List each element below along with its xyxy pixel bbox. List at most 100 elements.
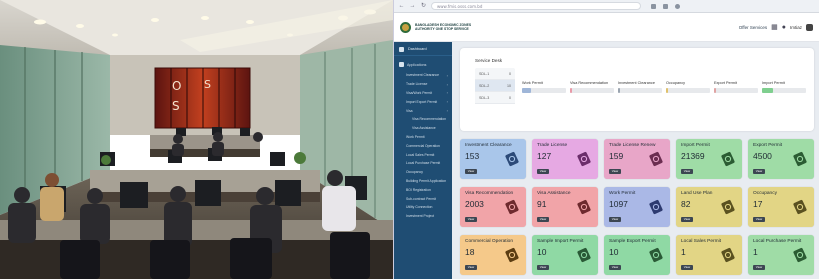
tile-view-button[interactable]: View — [681, 169, 693, 174]
application-tile[interactable]: Export Permit 4500 View — [748, 139, 814, 179]
level-count: 10 — [507, 83, 511, 88]
sidebar-item-label: Building Permit Application — [406, 178, 447, 183]
sidebar-item-label: Local Purchase Permit — [406, 161, 441, 166]
metric-label: Import Permit — [762, 81, 785, 85]
tile-view-button[interactable]: View — [753, 169, 765, 174]
sidebar-section-applications[interactable]: Applications — [394, 62, 452, 67]
grid-icon[interactable]: ▦ — [771, 23, 778, 31]
application-tile[interactable]: Land Use Plan 82 View — [676, 187, 742, 227]
bell-icon[interactable]: ● — [782, 24, 786, 31]
sidebar-item[interactable]: Visa Assistance — [394, 124, 452, 133]
application-tile[interactable]: Occupancy 17 View — [748, 187, 814, 227]
sidebar-item[interactable]: Visa Recommendation — [394, 115, 452, 124]
office-photo-illustration: O S S — [0, 0, 393, 279]
offer-services-link[interactable]: Offer Services — [739, 25, 767, 30]
tile-view-button[interactable]: View — [753, 217, 765, 222]
application-tile[interactable]: Local Sales Permit 1 View — [676, 235, 742, 275]
sidebar-item[interactable]: Local Sales Permit — [394, 150, 452, 159]
application-tile[interactable]: Sample Import Permit 10 View — [532, 235, 598, 275]
tile-view-button[interactable]: View — [753, 265, 765, 270]
sidebar-item-label: Commercial Operation — [406, 143, 440, 148]
tile-view-button[interactable]: View — [609, 169, 621, 174]
sidebar-item[interactable]: Investment Clearance › — [394, 71, 452, 80]
tile-view-button[interactable]: View — [465, 265, 477, 270]
tile-view-button[interactable]: View — [537, 169, 549, 174]
tile-view-button[interactable]: View — [465, 217, 477, 222]
back-icon[interactable]: ← — [398, 3, 405, 10]
sidebar-item-dashboard[interactable]: Dashboard — [394, 43, 452, 56]
application-tile[interactable]: Import Permit 21369 View — [676, 139, 742, 179]
service-desk-title: Service Desk — [475, 58, 503, 63]
metric-bar: Occupancy — [666, 81, 710, 93]
metric-track — [522, 88, 566, 93]
browser-toolbar: ← → ↻ www.fmis.osss.com.bd — [394, 0, 819, 13]
forward-icon[interactable]: → — [409, 3, 416, 10]
application-icon — [504, 247, 520, 263]
metric-track — [762, 88, 806, 93]
application-tile[interactable]: Visa Assistance 91 View — [532, 187, 598, 227]
application-tile[interactable]: Commercial Operation 18 View — [460, 235, 526, 275]
application-tile[interactable]: Trade License Renew 159 View — [604, 139, 670, 179]
sidebar-item-label: Sub-contract Permit — [406, 196, 436, 201]
tile-count: 153 — [465, 151, 480, 161]
level-count: 0 — [509, 71, 511, 76]
service-desk-level[interactable]: SDL-1 0 — [475, 68, 515, 80]
tile-view-button[interactable]: View — [537, 217, 549, 222]
application-icon — [720, 151, 736, 167]
tile-label: Work Permit — [609, 191, 636, 196]
sidebar-item-label: Visa Recommendation — [412, 117, 447, 122]
service-desk-levels: SDL-1 0 SDL-2 10 SDL-3 0 — [475, 68, 515, 104]
sidebar-item[interactable]: Investment Project — [394, 212, 452, 221]
tile-view-button[interactable]: View — [537, 265, 549, 270]
tile-view-button[interactable]: View — [609, 265, 621, 270]
application-tile[interactable]: Investment Clearance 153 View — [460, 139, 526, 179]
tile-count: 10 — [609, 247, 619, 257]
sidebar-item[interactable]: Work Permit — [394, 133, 452, 142]
tile-count: 82 — [681, 199, 691, 209]
application-tile[interactable]: Trade License 127 View — [532, 139, 598, 179]
sidebar-item-label: Investment Clearance — [406, 73, 439, 78]
metric-fill — [714, 88, 717, 93]
sidebar-item[interactable]: Trade License › — [394, 80, 452, 89]
profile-icon[interactable] — [675, 3, 680, 9]
sidebar-item[interactable]: Utility Connection — [394, 203, 452, 212]
document-stamp-icon — [505, 247, 519, 263]
application-tile[interactable]: Sample Export Permit 10 View — [604, 235, 670, 275]
sidebar-item-label: Investment Project — [406, 214, 435, 219]
service-desk-card: Service Desk SDL-1 0 SDL-2 10 SDL-3 0 Work Pe… — [460, 48, 814, 131]
chevron-right-icon: › — [446, 108, 448, 114]
sidebar-item[interactable]: Occupancy — [394, 168, 452, 177]
user-name[interactable]: Imtiaz — [790, 25, 802, 30]
tile-view-button[interactable]: View — [609, 217, 621, 222]
application-tile[interactable]: Work Permit 1097 View — [604, 187, 670, 227]
tile-view-button[interactable]: View — [681, 265, 693, 270]
sidebar-item[interactable]: Local Purchase Permit — [394, 159, 452, 168]
application-tile[interactable]: Local Purchase Permit 1 View — [748, 235, 814, 275]
level-label: SDL-2 — [479, 83, 490, 88]
sidebar-item[interactable]: BOI Registration — [394, 185, 452, 194]
application-tile[interactable]: Visa Recommendation 2003 View — [460, 187, 526, 227]
address-bar[interactable]: www.fmis.osss.com.bd — [431, 2, 641, 10]
tile-view-button[interactable]: View — [465, 169, 477, 174]
metric-track — [618, 88, 662, 93]
bookmark-icon[interactable] — [663, 3, 668, 9]
tile-view-button[interactable]: View — [681, 217, 693, 222]
user-menu-dropdown[interactable] — [806, 23, 813, 31]
sidebar-item[interactable]: Building Permit Application — [394, 177, 452, 186]
sidebar-item[interactable]: Visa/Work Permit › — [394, 89, 452, 98]
tile-label: Trade License Renew — [609, 143, 656, 148]
service-desk-level[interactable]: SDL-2 10 — [475, 80, 515, 92]
tile-count: 91 — [537, 199, 547, 209]
sidebar-item[interactable]: Visa › — [394, 106, 452, 115]
sidebar-item-label: Dashboard — [408, 47, 427, 51]
sidebar-item[interactable]: Commercial Operation — [394, 141, 452, 150]
tile-count: 10 — [537, 247, 547, 257]
service-desk-level[interactable]: SDL-3 0 — [475, 92, 515, 104]
document-stamp-icon — [577, 199, 591, 215]
sidebar-item[interactable]: Sub-contract Permit — [394, 194, 452, 203]
extension-icon[interactable] — [651, 3, 656, 9]
sidebar-item[interactable]: Import Export Permit › — [394, 97, 452, 106]
chevron-right-icon: › — [446, 99, 448, 105]
reload-icon[interactable]: ↻ — [420, 3, 427, 10]
metric-track — [714, 88, 758, 93]
